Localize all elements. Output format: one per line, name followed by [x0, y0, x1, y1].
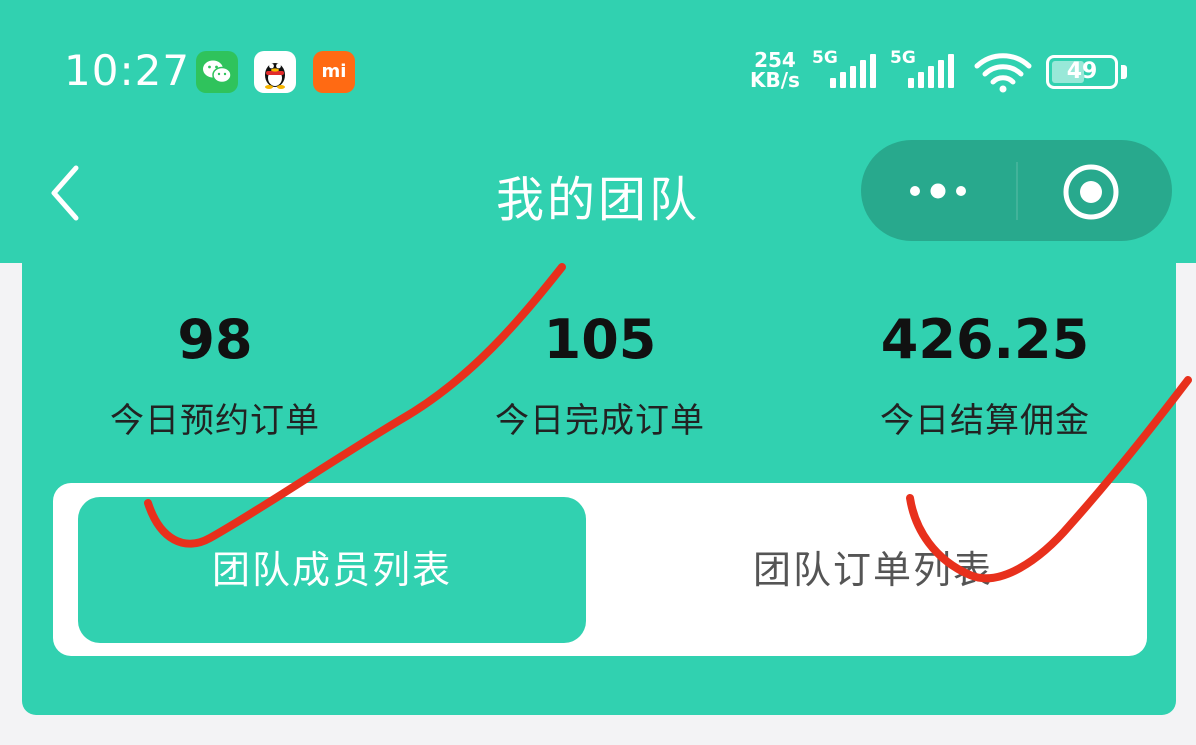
battery-tip	[1121, 65, 1127, 79]
tab-switcher: 团队成员列表 团队订单列表	[53, 483, 1147, 656]
wifi-icon	[973, 52, 1033, 98]
qq-icon	[254, 51, 296, 93]
mini-program-capsule	[861, 140, 1172, 241]
network-speed-unit: KB/s	[750, 68, 800, 92]
target-close-icon	[1063, 164, 1119, 220]
stat-today-commission: 426.25 今日结算佣金	[795, 305, 1175, 442]
battery-icon: 49	[1046, 55, 1118, 89]
stat-value: 105	[543, 308, 657, 371]
stat-value: 98	[177, 308, 253, 371]
capsule-divider	[1016, 162, 1018, 220]
network-speed-value: 254	[754, 48, 796, 72]
stat-label: 今日结算佣金	[880, 401, 1090, 441]
tab-team-members[interactable]: 团队成员列表	[78, 497, 586, 643]
sim2-label: 5G	[890, 48, 916, 68]
mi-icon: mi	[313, 51, 355, 93]
battery-level: 49	[1066, 59, 1098, 84]
wechat-icon	[196, 51, 238, 93]
stat-label: 今日完成订单	[495, 401, 705, 441]
network-speed: 254 KB/s	[750, 50, 800, 90]
tab-team-orders[interactable]: 团队订单列表	[613, 497, 1133, 643]
more-button[interactable]	[891, 164, 991, 218]
stat-today-completed: 105 今日完成订单	[410, 305, 790, 442]
sim1-label: 5G	[812, 48, 838, 68]
status-time: 10:27	[64, 46, 191, 95]
close-button[interactable]	[1061, 162, 1121, 222]
more-dots-icon	[910, 183, 966, 199]
stat-label: 今日预约订单	[110, 401, 320, 441]
stat-today-booked: 98 今日预约订单	[25, 305, 405, 442]
stat-value: 426.25	[880, 308, 1090, 371]
